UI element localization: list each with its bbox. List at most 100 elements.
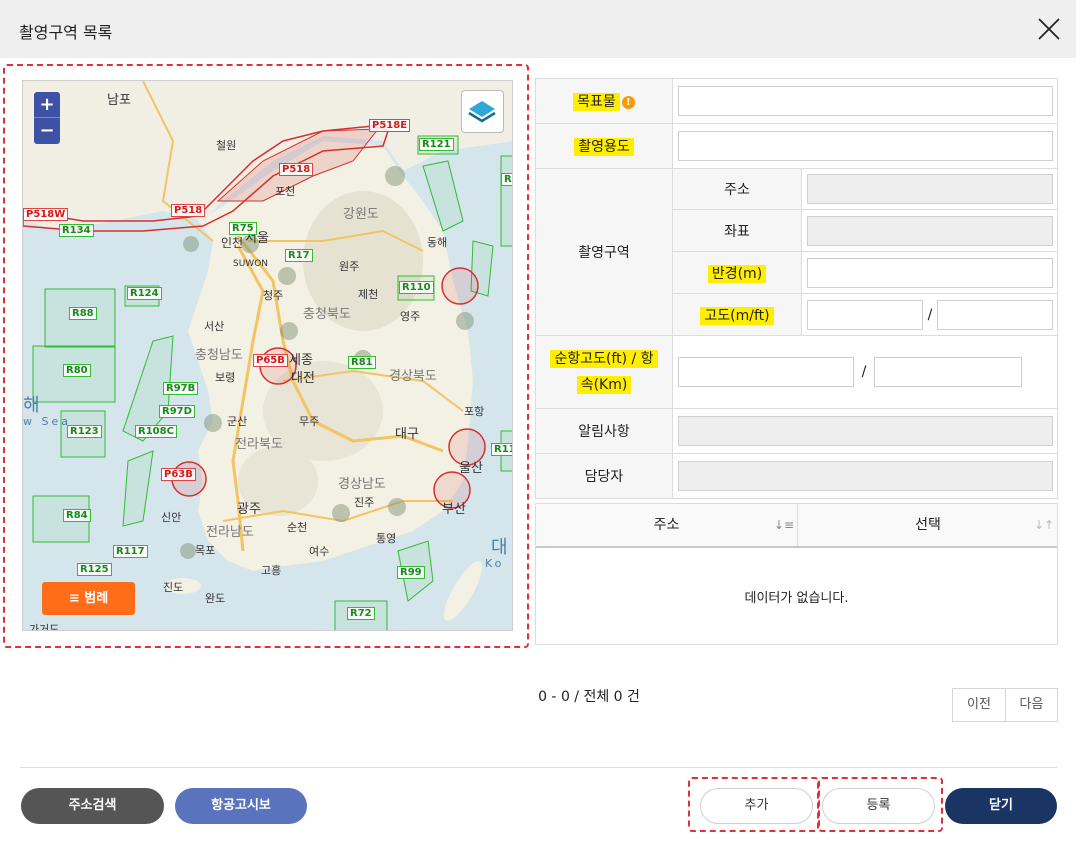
zone-label-r121: R121: [419, 138, 454, 151]
map-label-incheon: 인천: [221, 236, 244, 250]
purpose-input[interactable]: [678, 131, 1053, 161]
map-label-nampo: 남포: [107, 93, 131, 108]
altitude-ft-input[interactable]: [937, 299, 1053, 330]
pager-info: 0 - 0 / 전체 0 건: [538, 689, 640, 705]
coord-input[interactable]: [807, 215, 1053, 246]
radius-label-cell: 반경(m): [672, 251, 802, 294]
map-label-cheongju: 청주: [263, 289, 284, 302]
map-label-gwangju: 광주: [237, 502, 261, 517]
notice-input-cell: [672, 408, 1058, 454]
cruise-speed-input[interactable]: [874, 357, 1022, 387]
map-label-suncheon: 순천: [287, 521, 308, 534]
manager-input-cell: [672, 453, 1058, 499]
notice-label-cell: 알림사항: [535, 408, 673, 454]
zone-label-r17: R17: [285, 249, 313, 262]
cruise-altitude-input[interactable]: [678, 357, 854, 387]
sort-icon[interactable]: ↓↑: [1034, 518, 1054, 532]
title-bar: 촬영구역 목록: [0, 0, 1076, 58]
zoom-control: + −: [34, 92, 60, 144]
map-label-sea-west-2: w Sea: [23, 415, 71, 428]
zone-label-r11: R11: [491, 443, 512, 456]
map-label-chungnam: 충청남도: [195, 348, 243, 363]
zone-label-p63b: P63B: [161, 468, 196, 481]
shooting-info-form: 목표물! 촬영용도 촬영구역 주소 좌표 반경(m) 고도(m/ft) / 순항…: [535, 78, 1058, 499]
purpose-input-cell: [672, 123, 1058, 169]
zone-label-r97d: R97D: [159, 405, 195, 418]
coord-input-cell: [801, 209, 1058, 252]
radius-input[interactable]: [807, 257, 1053, 288]
zoom-in-button[interactable]: +: [34, 92, 60, 118]
layers-button[interactable]: [461, 90, 504, 133]
column-header-select-label: 선택: [915, 517, 941, 533]
zone-label-r97b: R97B: [163, 382, 199, 395]
map-label-muju: 무주: [299, 415, 320, 428]
close-button[interactable]: 닫기: [945, 788, 1057, 824]
altitude-label: 고도(m/ft): [700, 306, 774, 325]
map-label-sinan: 신안: [161, 511, 182, 524]
zone-label-p65b: P65B: [253, 354, 288, 367]
area-label: 촬영구역: [578, 245, 630, 261]
zone-label-r88: R88: [69, 307, 97, 320]
map-label-sejong: 세종: [289, 353, 313, 368]
legend-button[interactable]: ≡ 범례: [42, 582, 135, 615]
column-header-address-label: 주소: [653, 517, 680, 533]
grid-empty-message: 데이터가 없습니다.: [744, 591, 849, 606]
notice-input[interactable]: [678, 416, 1053, 446]
map-label-gyeongbuk: 경상북도: [389, 369, 437, 384]
address-input[interactable]: [807, 174, 1053, 204]
map-label-ulsan: 울산: [459, 461, 483, 476]
register-button[interactable]: 등록: [822, 788, 935, 824]
map-label-jeonbuk: 전라북도: [235, 437, 283, 452]
map-label-daegu: 대구: [395, 427, 419, 442]
sort-icon[interactable]: ↓≡: [774, 518, 794, 532]
altitude-m-input[interactable]: [807, 299, 923, 330]
map-label-chungbuk: 충청북도: [303, 307, 351, 322]
area-label-cell: 촬영구역: [535, 168, 673, 336]
prev-page-button[interactable]: 이전: [952, 688, 1006, 722]
column-header-select[interactable]: 선택: [799, 504, 1057, 546]
zone-label-p518e: P518E: [369, 119, 411, 132]
radius-label: 반경(m): [707, 264, 767, 283]
target-input[interactable]: [678, 86, 1053, 116]
map-label-tongyeong: 통영: [376, 532, 397, 545]
zone-label-r117: R117: [113, 545, 148, 558]
column-header-address[interactable]: 주소: [536, 504, 798, 546]
add-button[interactable]: 추가: [700, 788, 813, 824]
map-label-cheorwon: 철원: [216, 139, 237, 152]
map-label-jeonnam: 전라남도: [206, 525, 254, 540]
zoom-out-button[interactable]: −: [34, 118, 60, 144]
cruise-label-line2: 속(Km): [576, 376, 632, 394]
map-label-wonju: 원주: [339, 260, 360, 273]
target-label: 목표물: [573, 93, 620, 111]
next-page-button[interactable]: 다음: [1005, 688, 1058, 722]
zone-label-r123: R123: [67, 425, 102, 438]
map-label-mokpo: 목포: [195, 544, 216, 557]
close-icon[interactable]: [1036, 16, 1062, 42]
map-label-sea-east-2: Ko: [485, 557, 505, 570]
map-label-sea-west-1: 해: [23, 395, 40, 416]
zone-label-r72: R72: [347, 607, 375, 620]
cruise-label-line1: 순항고도(ft) / 항: [550, 350, 658, 368]
zone-label-r80: R80: [63, 364, 91, 377]
map-view[interactable]: 남포 철원 포천 서울 SUWON 인천 강원도 동해 원주 제천 충청북도 청…: [22, 80, 513, 631]
address-search-button[interactable]: 주소검색: [21, 788, 164, 824]
map-label-donghae: 동해: [427, 236, 448, 249]
map-label-sea-east-1: 대: [491, 537, 508, 558]
footer-divider: [20, 767, 1057, 768]
warning-icon: !: [621, 96, 635, 109]
zone-label-p518w: P518W: [23, 208, 69, 221]
map-label-jindo: 진도: [163, 581, 184, 594]
address-label-cell: 주소: [672, 168, 802, 210]
map-label-busan: 부산: [442, 502, 466, 517]
manager-label: 담당자: [584, 469, 624, 485]
purpose-label-cell: 촬영용도: [535, 123, 673, 169]
zone-label-r124: R124: [127, 287, 162, 300]
zone-label-r134: R134: [59, 224, 94, 237]
map-label-boryeong: 보령: [215, 371, 236, 384]
map-label-jinju: 진주: [354, 496, 375, 509]
manager-input[interactable]: [678, 461, 1053, 491]
aviation-notice-button[interactable]: 항공고시보: [175, 788, 307, 824]
address-label: 주소: [724, 182, 750, 198]
map-label-pocheon: 포천: [275, 185, 296, 198]
map-label-gyeongnam: 경상남도: [338, 477, 386, 492]
